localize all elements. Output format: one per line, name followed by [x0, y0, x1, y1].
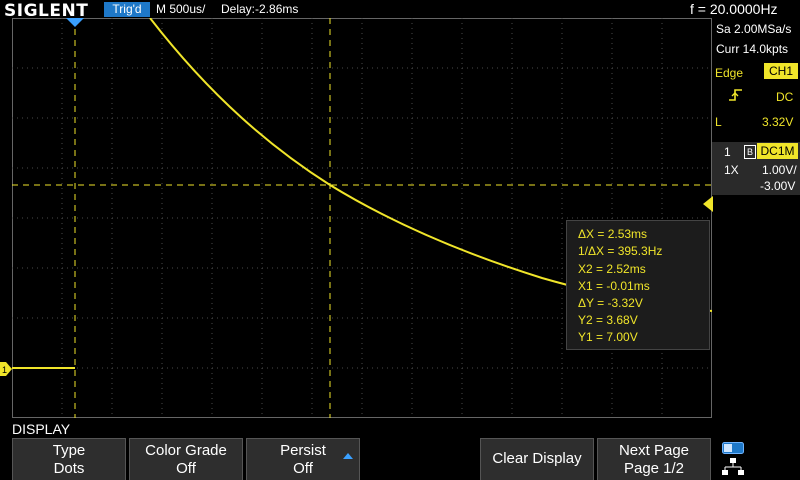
- cursor-measurement-panel: ΔX = 2.53ms 1/ΔX = 395.3Hz X2 = 2.52ms X…: [566, 220, 710, 350]
- channel-offset: -3.00V: [760, 179, 796, 193]
- trigger-position-marker-icon[interactable]: [66, 18, 84, 28]
- cursor-y1-value: Y1 = 7.00V: [578, 330, 638, 344]
- frequency-readout: f = 20.0000Hz: [690, 1, 778, 17]
- delay-readout: Delay:-2.86ms: [221, 2, 299, 16]
- trigger-status-badge: Trig'd: [104, 2, 150, 17]
- cursor-x1-value: X1 = -0.01ms: [578, 279, 650, 293]
- trigger-level-value: 3.32V: [762, 115, 794, 129]
- cursor-delta-x: ΔX = 2.53ms: [578, 227, 648, 241]
- softkey-value: Page 1/2: [623, 460, 685, 477]
- cursor-delta-y: ΔY = -3.32V: [578, 296, 643, 310]
- bandwidth-limit-flag: B: [744, 145, 756, 159]
- trigger-level-label: L: [715, 115, 722, 129]
- sample-rate-readout: Sa 2.00MSa/s: [716, 22, 792, 36]
- probe-attenuation: 1X: [724, 163, 739, 177]
- softkey-label: Clear Display: [492, 450, 582, 467]
- channel1-ground-marker-icon[interactable]: 1: [0, 362, 12, 376]
- grid-lines: [12, 18, 712, 418]
- trigger-type-label: Edge: [715, 66, 744, 80]
- softkey-value: Dots: [53, 460, 85, 477]
- softkey-label: Next Page: [618, 442, 690, 459]
- softkey-label: Type: [52, 442, 86, 459]
- waveform-display[interactable]: [12, 18, 712, 418]
- memory-depth-readout: Curr 14.0kpts: [716, 42, 789, 56]
- cursor-inverse-delta-x: 1/ΔX = 395.3Hz: [578, 244, 663, 258]
- softkey-persist[interactable]: Persist Off: [246, 438, 360, 480]
- svg-text:1: 1: [2, 365, 7, 375]
- softkey-value: Off: [176, 460, 196, 477]
- trigger-coupling: DC: [776, 90, 794, 104]
- softkey-next-page[interactable]: Next Page Page 1/2: [597, 438, 711, 480]
- softkey-value: Off: [293, 460, 313, 477]
- cursor-x2-value: X2 = 2.52ms: [578, 262, 646, 276]
- toggle-icon: [722, 442, 744, 454]
- network-icon: [722, 458, 744, 475]
- channel-coupling-badge: DC1M: [757, 143, 798, 159]
- softkey-label: Color Grade: [145, 442, 227, 459]
- softkey-type[interactable]: Type Dots: [12, 438, 126, 480]
- channel-number: 1: [724, 145, 731, 159]
- cursor-y2-value: Y2 = 3.68V: [578, 313, 638, 327]
- softkey-clear-display[interactable]: Clear Display: [480, 438, 594, 480]
- up-arrow-icon: [343, 453, 353, 459]
- rising-edge-icon: [728, 88, 744, 107]
- softkey-color-grade[interactable]: Color Grade Off: [129, 438, 243, 480]
- trigger-source-badge: CH1: [764, 63, 798, 79]
- trigger-level-marker-icon[interactable]: [703, 196, 713, 212]
- menu-title: DISPLAY: [12, 421, 71, 437]
- timebase-readout: M 500us/: [156, 2, 206, 16]
- volts-per-div: 1.00V/: [762, 163, 797, 177]
